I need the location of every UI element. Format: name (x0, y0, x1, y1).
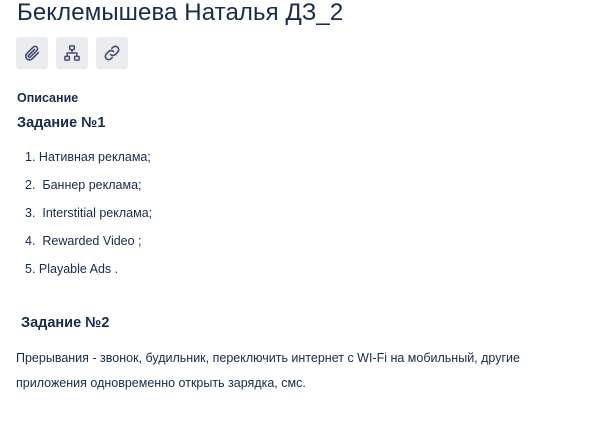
issue-toolbar (16, 37, 128, 69)
issue-title[interactable]: Беклемышева Наталья ДЗ_2 (17, 0, 343, 27)
list-item: 4. Rewarded Video ; (25, 233, 152, 261)
ad-types-list: 1. Нативная реклама; 2. Баннер реклама; … (25, 149, 152, 289)
list-item-number: 4. (25, 234, 36, 248)
list-item-text: Нативная реклама; (35, 150, 151, 164)
child-issue-button[interactable] (56, 37, 88, 69)
attach-button[interactable] (16, 37, 48, 69)
list-item: 5. Playable Ads . (25, 261, 152, 289)
link-icon (104, 45, 120, 61)
list-item-text: Rewarded Video ; (35, 234, 142, 248)
task2-heading: Задание №2 (21, 315, 110, 331)
list-item: 1. Нативная реклама; (25, 149, 152, 177)
task2-text: Прерывания - звонок, будильник, переключ… (16, 351, 520, 390)
link-issue-button[interactable] (96, 37, 128, 69)
description-label: Описание (17, 91, 79, 105)
list-item-number: 3. (25, 206, 36, 220)
list-item-number: 2. (25, 178, 36, 192)
paperclip-icon (24, 45, 40, 61)
task1-heading: Задание №1 (17, 115, 106, 131)
list-item: 2. Баннер реклама; (25, 177, 152, 205)
hierarchy-icon (64, 45, 80, 61)
list-item: 3. Interstitial реклама; (25, 205, 152, 233)
list-item-text: Баннер реклама; (35, 178, 142, 192)
list-item-number: 1. (25, 150, 36, 164)
list-item-text: Interstitial реклама; (35, 206, 153, 220)
list-item-text: Playable Ads . (35, 262, 119, 276)
list-item-number: 5. (25, 262, 36, 276)
